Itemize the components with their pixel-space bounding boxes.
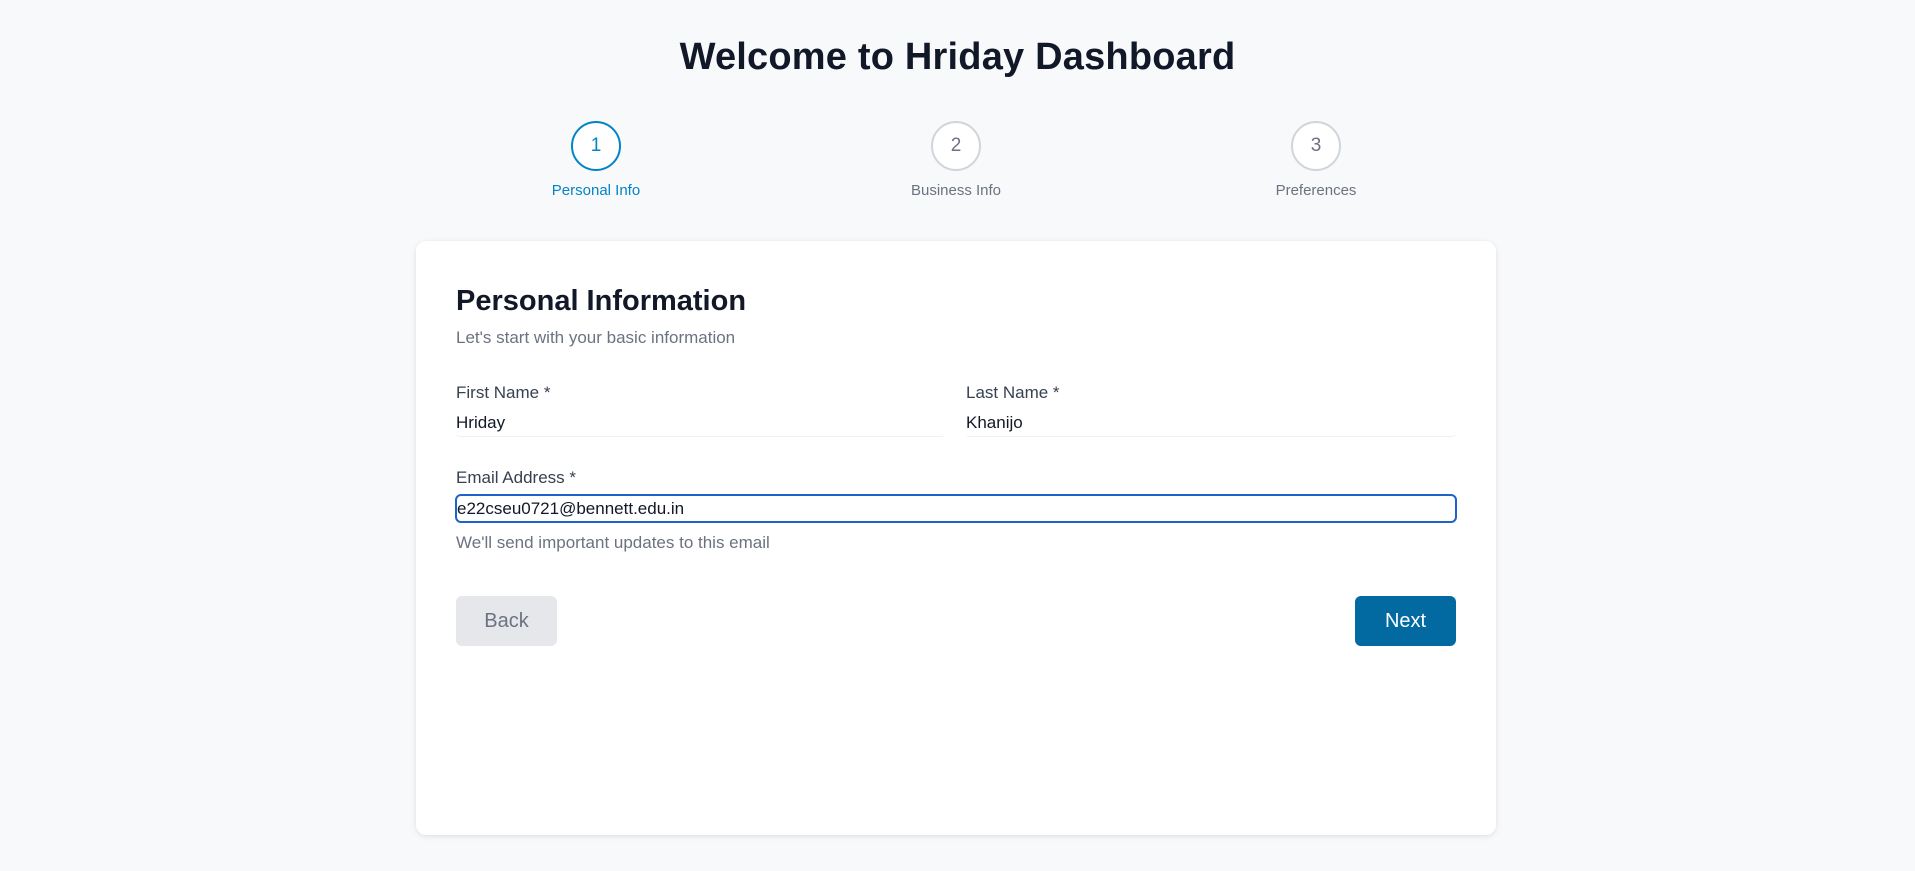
page-title: Welcome to Hriday Dashboard xyxy=(679,36,1236,78)
email-input[interactable] xyxy=(455,494,1457,523)
last-name-input[interactable] xyxy=(966,409,1456,437)
step-personal-info[interactable]: 1 Personal Info xyxy=(496,121,696,199)
email-label: Email Address * xyxy=(456,468,576,487)
step-label-personal-info: Personal Info xyxy=(551,182,641,199)
step-label-business-info: Business Info xyxy=(910,182,1002,199)
next-button[interactable]: Next xyxy=(1355,596,1456,646)
email-hint: We'll send important updates to this ema… xyxy=(456,533,770,552)
step-number-1: 1 xyxy=(571,121,621,171)
form-title: Personal Information xyxy=(456,285,747,317)
back-button[interactable]: Back xyxy=(456,596,557,646)
step-number-2: 2 xyxy=(931,121,981,171)
last-name-label: Last Name * xyxy=(966,383,1060,402)
first-name-input[interactable] xyxy=(456,409,945,437)
onboarding-page: Welcome to Hriday Dashboard 1 Personal I… xyxy=(0,0,1915,871)
personal-info-card: Personal Information Let's start with yo… xyxy=(416,241,1496,835)
first-name-label: First Name * xyxy=(456,383,551,402)
step-business-info[interactable]: 2 Business Info xyxy=(856,121,1056,199)
step-label-preferences: Preferences xyxy=(1275,182,1357,199)
step-preferences[interactable]: 3 Preferences xyxy=(1216,121,1416,199)
step-number-3: 3 xyxy=(1291,121,1341,171)
form-subtitle: Let's start with your basic information xyxy=(456,328,736,347)
progress-stepper: 1 Personal Info 2 Business Info 3 Prefer… xyxy=(0,121,1915,211)
